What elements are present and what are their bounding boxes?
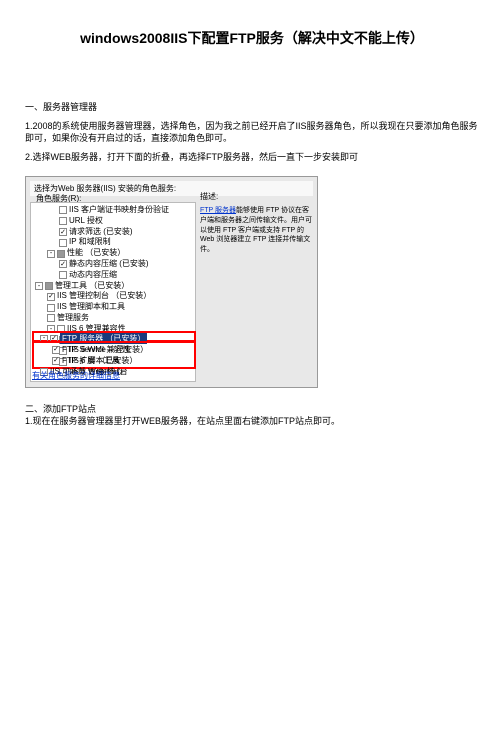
description-header: 描述: <box>200 191 313 202</box>
tree-item: 请求筛选 (已安装) <box>69 227 133 238</box>
description-text: FTP 服务器能够使用 FTP 协议在客户端和服务器之间传输文件。用户可以使用 … <box>200 206 313 255</box>
tree-item: 静态内容压缩 (已安装) <box>69 259 149 270</box>
tree-item: IIS 管理脚本和工具 <box>57 302 125 313</box>
more-info-link[interactable]: 有关角色服务的详细信息 <box>32 370 120 381</box>
section1-para2: 2.选择WEB服务器，打开下面的折叠，再选择FTP服务器，然后一直下一步安装即可 <box>25 152 479 164</box>
tree-item: 管理服务 <box>57 313 89 324</box>
content: 一、服务器管理器 1.2008的系统使用服务器管理器，选择角色，因为我之前已经开… <box>0 100 504 427</box>
tree-ftp-item: FTP 扩展 （已安装） <box>62 355 137 366</box>
tree-item: IIS 客户端证书映射身份验证 <box>69 205 169 216</box>
description-pane: 描述: FTP 服务器能够使用 FTP 协议在客户端和服务器之间传输文件。用户可… <box>200 191 313 255</box>
tree-item: URL 授权 <box>69 216 103 227</box>
section1-para1: 1.2008的系统使用服务器管理器，选择角色，因为我之前已经开启了IIS服务器角… <box>25 121 479 144</box>
section1-heading: 一、服务器管理器 <box>25 100 479 113</box>
highlight-ftp-items: FTP Service （已安装） FTP 扩展 （已安装） IIS 可承载 W… <box>32 341 196 369</box>
section2: 二、添加FTP站点 1.现在在服务器管理器里打开WEB服务器，在站点里面右键添加… <box>25 404 479 427</box>
section2-para1: 1.现在在服务器管理器里打开WEB服务器，在站点里面右键添加FTP站点即可。 <box>25 416 479 428</box>
tree-ftp-item: FTP Service （已安装） <box>62 344 148 355</box>
tree-group: 管理工具 （已安装） <box>55 281 129 292</box>
tree-item: 动态内容压缩 <box>69 270 117 281</box>
tree-item: IP 和域限制 <box>69 237 111 248</box>
page-title: windows2008IIS下配置FTP服务（解决中文不能上传） <box>0 28 504 48</box>
tree-group: 性能 （已安装） <box>67 248 125 259</box>
tree-item: IIS 管理控制台 （已安装） <box>57 291 151 302</box>
desc-link: FTP 服务器 <box>200 207 236 214</box>
section2-heading: 二、添加FTP站点 <box>25 404 479 416</box>
screenshot-role-services: 选择为Web 服务器(IIS) 安装的角色服务: 角色服务(R): IIS 客户… <box>25 176 318 388</box>
